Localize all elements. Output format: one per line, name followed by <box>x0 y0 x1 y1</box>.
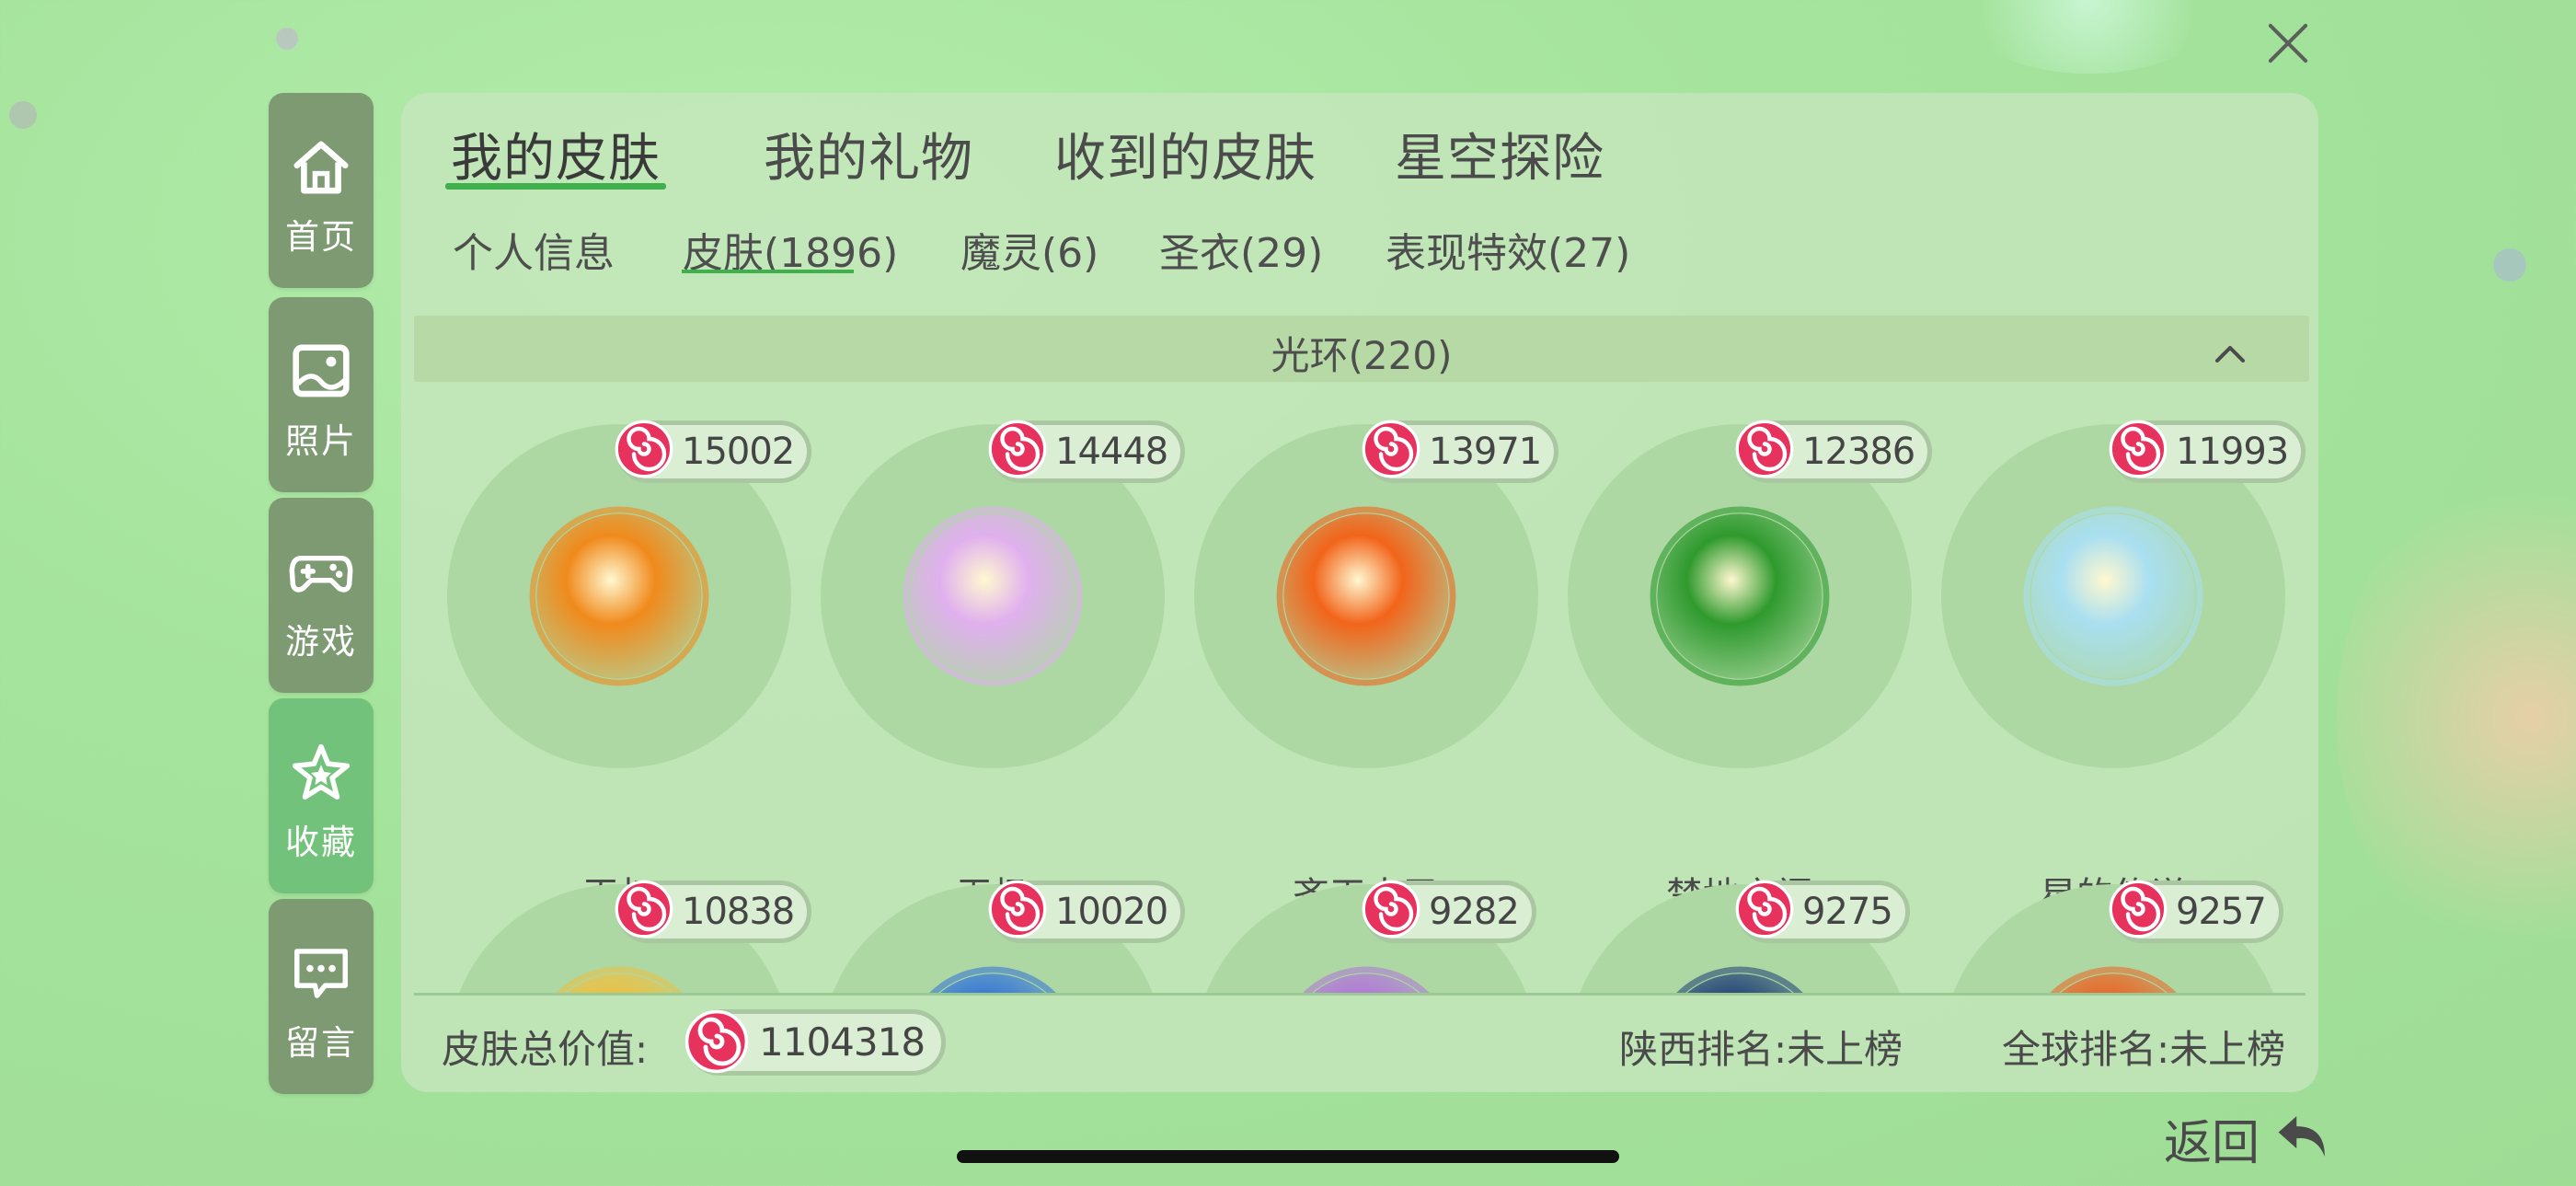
tab-star-adventure[interactable]: 星空探险 <box>1395 117 1604 191</box>
subtab-effects[interactable]: 表现特效(27) <box>1386 220 1630 279</box>
halo-icon <box>529 506 709 686</box>
nav-home[interactable]: 首页 <box>269 93 374 288</box>
nav-home-label: 首页 <box>285 217 357 257</box>
tab-active-indicator <box>445 183 666 190</box>
value-badge: 14448 <box>988 420 1186 483</box>
subtab-spirits[interactable]: 魔灵(6) <box>960 220 1098 279</box>
skin-panel: 我的皮肤 我的礼物 收到的皮肤 星空探险 个人信息 皮肤(1896) 魔灵(6)… <box>401 93 2318 1092</box>
candy-icon <box>1362 420 1420 478</box>
skin-value: 13971 <box>1429 431 1542 473</box>
halo-icon <box>1650 506 1830 686</box>
tab-my-gifts[interactable]: 我的礼物 <box>764 117 973 191</box>
value-badge: 15002 <box>615 420 812 483</box>
nav-favorites-label: 收藏 <box>285 823 357 862</box>
candy-icon <box>2109 420 2168 478</box>
candy-icon <box>1735 880 1794 938</box>
skin-card[interactable]: 10020 <box>811 866 1186 995</box>
tab-received-skins[interactable]: 收到的皮肤 <box>1054 117 1317 191</box>
subtab-armor[interactable]: 圣衣(29) <box>1159 220 1323 279</box>
close-button[interactable] <box>2265 20 2311 66</box>
candy-icon <box>2109 880 2168 938</box>
gamepad-icon <box>289 555 353 593</box>
subtab-profile[interactable]: 个人信息 <box>453 220 615 279</box>
candy-icon <box>988 420 1047 478</box>
home-icon <box>293 141 349 194</box>
value-badge: 10020 <box>988 880 1186 943</box>
star-icon <box>292 743 351 800</box>
halo-icon <box>1301 966 1432 995</box>
halo-icon <box>2048 966 2179 995</box>
nav-favorites[interactable]: 收藏 <box>269 698 374 893</box>
value-badge: 9257 <box>2109 880 2283 943</box>
nav-photos-label: 照片 <box>285 421 357 461</box>
halo-icon <box>1276 506 1456 686</box>
skin-value: 10838 <box>682 891 795 933</box>
skin-card[interactable]: 12386禁地之门 <box>1558 406 1933 917</box>
skin-value: 9282 <box>1429 891 1520 933</box>
home-indicator <box>957 1150 1619 1163</box>
global-rank: 全球排名:未上榜 <box>2002 1027 2286 1072</box>
photo-icon <box>293 344 350 397</box>
section-title: 光环(220) <box>1271 333 1453 378</box>
candy-icon <box>615 880 673 938</box>
skin-value: 9257 <box>2176 891 2267 933</box>
value-badge: 10838 <box>615 880 812 943</box>
subtab-active-indicator <box>682 270 854 273</box>
halo-icon <box>927 966 1058 995</box>
local-rank: 陕西排名:未上榜 <box>1619 1027 1903 1072</box>
nav-games-label: 游戏 <box>285 622 357 662</box>
skin-card[interactable]: 15002王权 <box>438 406 812 917</box>
skin-value: 10020 <box>1055 891 1168 933</box>
total-value: 1104318 <box>759 1019 926 1065</box>
halo-icon <box>2023 506 2203 686</box>
skin-card[interactable]: 14448无极 <box>811 406 1186 917</box>
candy-icon <box>684 1009 749 1074</box>
tab-my-skins[interactable]: 我的皮肤 <box>451 117 661 191</box>
skin-value: 15002 <box>682 431 795 473</box>
skin-value: 9275 <box>1802 891 1893 933</box>
candy-icon <box>615 420 673 478</box>
candy-icon <box>1735 420 1794 478</box>
nav-messages[interactable]: 留言 <box>269 899 374 1094</box>
message-icon <box>294 949 348 998</box>
back-arrow-icon[interactable] <box>2272 1104 2337 1169</box>
skin-card[interactable]: 9275 <box>1558 866 1912 995</box>
back-button[interactable]: 返回 <box>2164 1104 2260 1173</box>
skin-value: 11993 <box>2176 431 2289 473</box>
value-badge: 9275 <box>1735 880 1910 943</box>
candy-icon <box>1362 880 1420 938</box>
footer-divider <box>414 993 2306 996</box>
nav-photos[interactable]: 照片 <box>269 297 374 492</box>
skin-card[interactable]: 9257 <box>1932 866 2285 995</box>
halo-icon <box>1674 966 1805 995</box>
halo-icon <box>554 966 684 995</box>
chevron-up-icon[interactable] <box>2212 336 2248 373</box>
value-badge: 12386 <box>1735 420 1933 483</box>
skin-grid: 15002王权14448无极13971齐天大圣12386禁地之门11993星的传… <box>401 406 2318 995</box>
value-badge: 9282 <box>1362 880 1536 943</box>
section-header[interactable]: 光环(220) <box>414 316 2309 382</box>
skin-card[interactable]: 9282 <box>1185 866 1538 995</box>
value-badge: 11993 <box>2109 420 2306 483</box>
skin-card[interactable]: 10838 <box>438 866 812 995</box>
skin-value: 12386 <box>1802 431 1915 473</box>
skin-card[interactable]: 13971齐天大圣 <box>1185 406 1559 917</box>
skin-card[interactable]: 11993星的传说 <box>1932 406 2306 917</box>
nav-games[interactable]: 游戏 <box>269 498 374 693</box>
candy-icon <box>988 880 1047 938</box>
halo-icon <box>903 506 1083 686</box>
nav-messages-label: 留言 <box>285 1023 357 1063</box>
skin-value: 14448 <box>1055 431 1168 473</box>
total-value-label: 皮肤总价值: <box>442 1027 649 1072</box>
total-value-badge: 1104318 <box>684 1009 947 1076</box>
value-badge: 13971 <box>1362 420 1559 483</box>
